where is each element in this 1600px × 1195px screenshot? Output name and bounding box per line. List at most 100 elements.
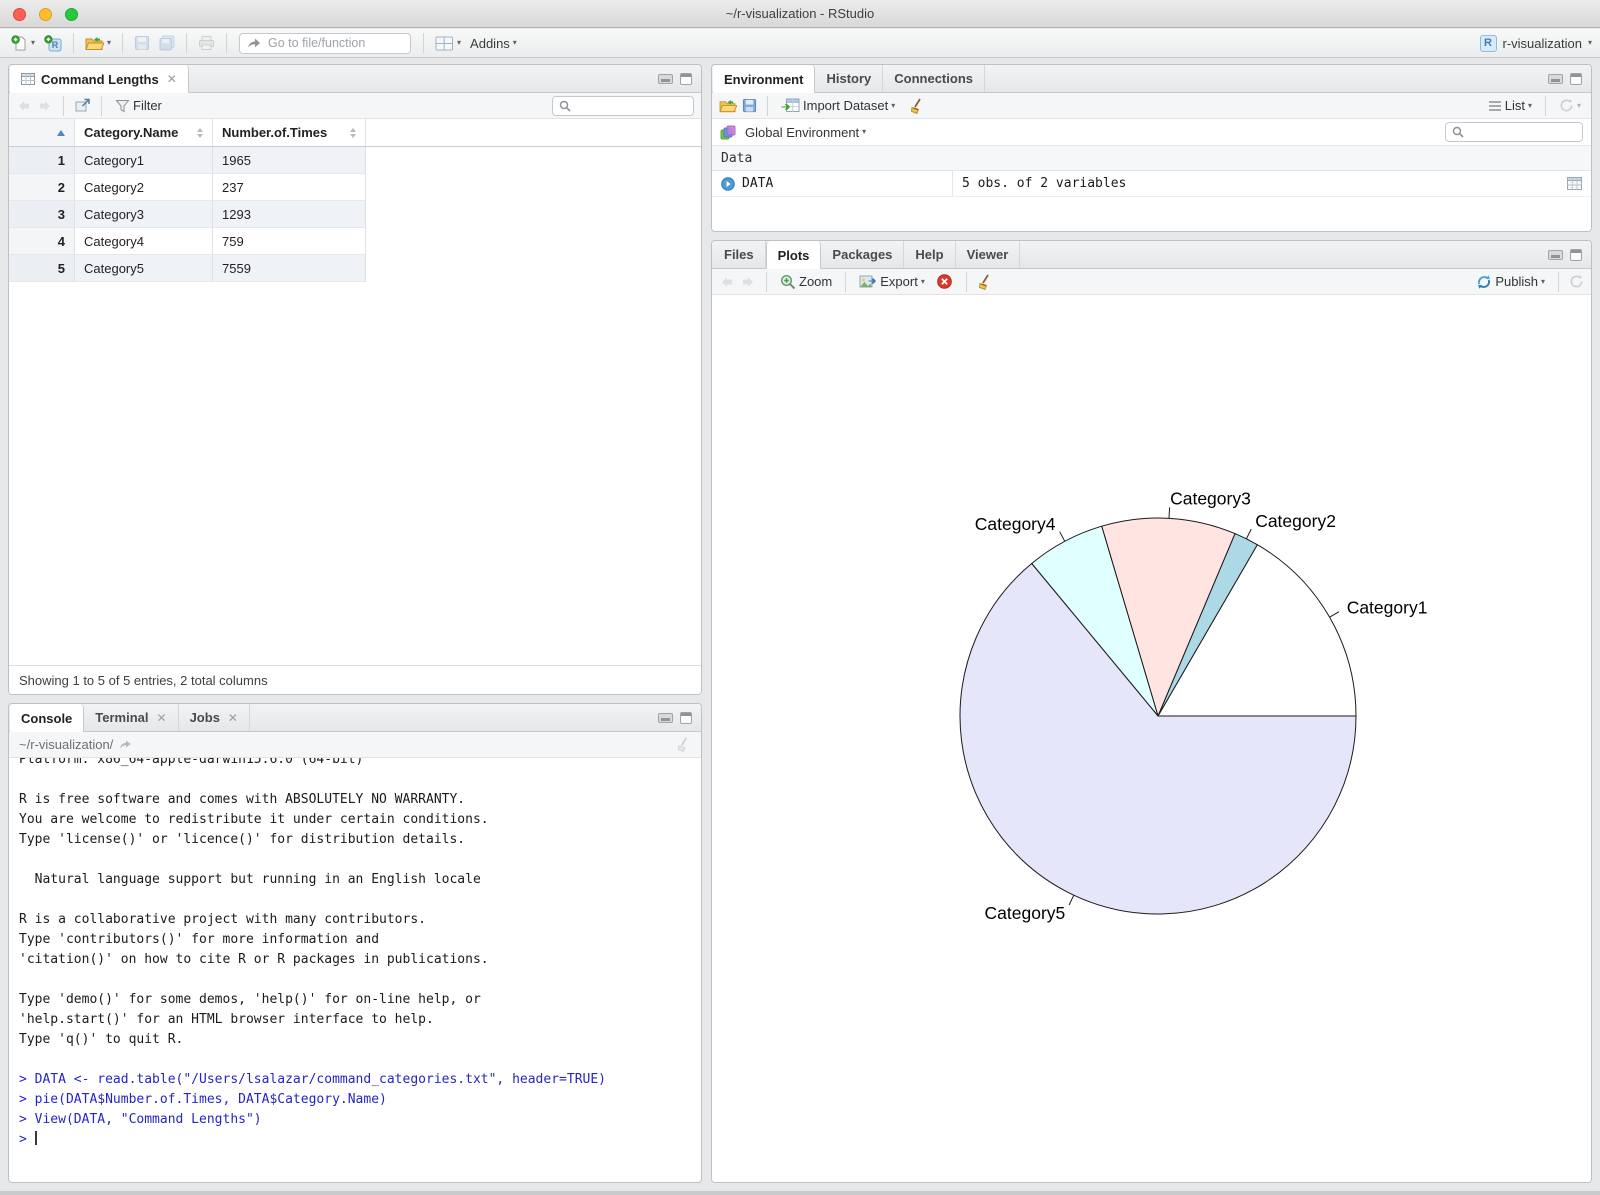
- maximize-pane-icon[interactable]: [1570, 248, 1582, 261]
- column-header-number-of-times[interactable]: Number.of.Times: [213, 119, 366, 146]
- maximize-pane-icon[interactable]: [680, 711, 692, 724]
- import-dataset-button[interactable]: Import Dataset ▾: [778, 96, 898, 115]
- row-number-cell: 5: [9, 255, 75, 282]
- viewer-toolbar: Filter: [9, 93, 701, 119]
- tab-terminal[interactable]: Terminal ✕: [84, 704, 179, 731]
- export-icon: [859, 274, 877, 289]
- table-row[interactable]: 2 Category2 237: [9, 174, 701, 201]
- pie-label-category1: Category1: [1347, 597, 1428, 617]
- open-in-new-window-icon[interactable]: [74, 98, 91, 113]
- table-row[interactable]: 5 Category5 7559: [9, 255, 701, 282]
- tab-console[interactable]: Console: [10, 704, 85, 732]
- environment-search-input[interactable]: [1469, 123, 1576, 141]
- remove-plot-icon[interactable]: [937, 274, 952, 289]
- table-cell: 1965: [213, 147, 366, 174]
- tab-history[interactable]: History: [815, 65, 884, 92]
- close-tab-icon[interactable]: ✕: [157, 711, 167, 725]
- tab-jobs[interactable]: Jobs ✕: [179, 704, 250, 731]
- addins-button[interactable]: Addins ▾: [467, 34, 520, 53]
- console-input-line: > DATA <- read.table("/Users/lsalazar/co…: [19, 1072, 606, 1087]
- save-all-button[interactable]: [156, 33, 178, 53]
- forward-icon[interactable]: [37, 99, 53, 113]
- pane-layout-button[interactable]: ▾: [432, 34, 464, 53]
- table-cell: Category5: [75, 255, 213, 282]
- goto-file-function-box[interactable]: [239, 32, 432, 54]
- table-row[interactable]: 3 Category3 1293: [9, 201, 701, 228]
- new-file-button[interactable]: ▾: [8, 33, 38, 54]
- refresh-icon: [1559, 98, 1574, 113]
- filter-button[interactable]: Filter: [112, 96, 165, 115]
- maximize-pane-icon[interactable]: [1570, 72, 1582, 85]
- publish-button[interactable]: Publish ▾: [1473, 272, 1548, 292]
- column-header-category-name[interactable]: Category.Name: [75, 119, 213, 146]
- tab-files[interactable]: Files: [713, 241, 766, 268]
- clear-objects-broom-icon[interactable]: [909, 98, 925, 114]
- table-cell: 7559: [213, 255, 366, 282]
- pie-label-category5: Category5: [985, 903, 1066, 923]
- viewer-search-box[interactable]: [552, 95, 694, 116]
- svg-text:R: R: [52, 40, 59, 50]
- minimize-pane-icon[interactable]: [1548, 249, 1563, 260]
- environment-object-row[interactable]: DATA 5 obs. of 2 variables: [712, 171, 1591, 197]
- view-data-grid-icon[interactable]: [1558, 177, 1591, 190]
- zoom-plot-button[interactable]: Zoom: [777, 272, 835, 292]
- pie-label-category2: Category2: [1255, 511, 1336, 531]
- save-button[interactable]: [131, 33, 153, 53]
- goto-file-function-input[interactable]: [266, 35, 432, 51]
- refresh-environment-button[interactable]: ▾: [1556, 96, 1584, 115]
- expand-object-icon[interactable]: [721, 176, 735, 191]
- tab-environment[interactable]: Environment: [713, 65, 816, 93]
- tab-viewer[interactable]: Viewer: [956, 241, 1021, 268]
- pie-label-tick: [1068, 894, 1075, 906]
- toolbar-separator: [63, 95, 64, 116]
- previous-plot-icon[interactable]: [719, 275, 735, 289]
- table-cell: 1293: [213, 201, 366, 228]
- pie-label-tick: [1329, 611, 1340, 618]
- pane-window-buttons: [1539, 65, 1591, 92]
- tab-connections[interactable]: Connections: [883, 65, 985, 92]
- maximize-pane-icon[interactable]: [680, 72, 692, 85]
- console-output-line: R is a collaborative project with many c…: [19, 912, 426, 927]
- environment-search-box[interactable]: [1445, 122, 1583, 142]
- row-number-cell: 3: [9, 201, 75, 228]
- goto-directory-icon[interactable]: [119, 739, 132, 750]
- refresh-plot-icon[interactable]: [1569, 274, 1584, 289]
- zoom-label: Zoom: [799, 274, 833, 289]
- toolbar-separator: [186, 33, 188, 53]
- environment-scope-selector[interactable]: Global Environment ▾: [742, 123, 869, 142]
- project-menu-button[interactable]: R r-visualization ▾: [1479, 34, 1592, 52]
- tab-label: Command Lengths: [41, 71, 159, 87]
- clear-all-plots-broom-icon[interactable]: [977, 274, 993, 290]
- list-view-button[interactable]: List ▾: [1485, 96, 1535, 115]
- save-workspace-icon[interactable]: [742, 98, 757, 113]
- table-row[interactable]: 4 Category4 759: [9, 228, 701, 255]
- r-project-icon: R: [1479, 34, 1497, 52]
- minimize-pane-icon[interactable]: [658, 712, 673, 723]
- new-file-icon: [11, 34, 28, 52]
- minimize-pane-icon[interactable]: [658, 73, 673, 84]
- open-file-button[interactable]: ▾: [82, 34, 114, 53]
- close-tab-icon[interactable]: ✕: [228, 711, 238, 725]
- table-row[interactable]: 1 Category1 1965: [9, 147, 701, 174]
- tab-command-lengths[interactable]: Command Lengths ✕: [10, 65, 189, 93]
- back-icon[interactable]: [16, 99, 32, 113]
- print-button[interactable]: [195, 33, 218, 53]
- console-output[interactable]: Platform: x86_64-apple-darwin15.6.0 (64-…: [9, 758, 701, 1182]
- next-plot-icon[interactable]: [740, 275, 756, 289]
- print-icon: [198, 35, 215, 51]
- close-tab-icon[interactable]: ✕: [167, 72, 177, 86]
- load-workspace-icon[interactable]: [719, 99, 737, 113]
- row-number-header[interactable]: [9, 119, 75, 146]
- clear-console-broom-icon[interactable]: [676, 737, 691, 752]
- viewer-search-input[interactable]: [576, 97, 687, 114]
- tab-plots[interactable]: Plots: [765, 241, 822, 269]
- tab-help[interactable]: Help: [904, 241, 956, 268]
- minimize-pane-icon[interactable]: [1548, 73, 1563, 84]
- toolbar-separator: [766, 271, 767, 292]
- export-plot-button[interactable]: Export ▾: [856, 272, 928, 291]
- table-cell: 237: [213, 174, 366, 201]
- tab-packages[interactable]: Packages: [821, 241, 905, 268]
- console-output-line: Type 'license()' or 'licence()' for dist…: [19, 832, 466, 847]
- new-project-button[interactable]: R: [41, 33, 65, 54]
